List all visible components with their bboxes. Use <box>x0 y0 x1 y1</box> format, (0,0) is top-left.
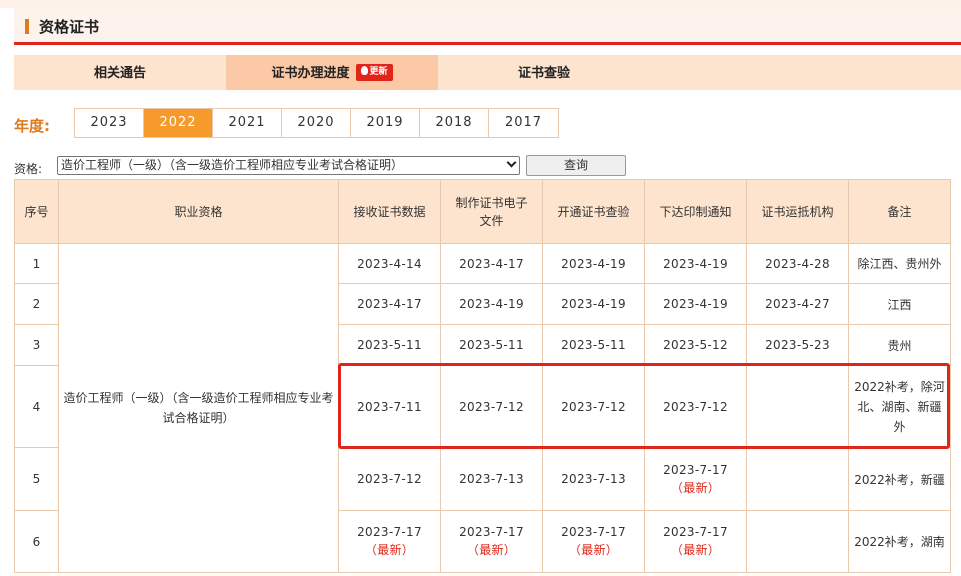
make-date: 2023-7-17 <box>459 525 524 539</box>
year-option-2020[interactable]: 2020 <box>282 109 351 137</box>
newest-tag: （最新） <box>670 480 721 495</box>
arrive-date <box>746 447 849 511</box>
arrive-date: 2023-5-23 <box>746 324 849 366</box>
header-cell: 备注 <box>848 179 951 244</box>
update-badge: 更新 <box>355 63 393 81</box>
section-title: 资格证书 <box>39 18 100 36</box>
print-date: 2023-4-19 <box>644 243 747 284</box>
print-date: 2023-4-19 <box>644 283 747 325</box>
header-cell: 制作证书电子文件 <box>440 179 543 244</box>
year-selector: 2023 2022 2021 2020 2019 2018 2017 <box>74 108 559 138</box>
qualification-cell: 造价工程师（一级）（含一级造价工程师相应专业考试合格证明） <box>58 243 339 573</box>
note: 2022补考，除河北、湖南、新疆外 <box>848 365 951 448</box>
print-date-cell: 2023-7-17 （最新） <box>644 510 747 573</box>
verify-date: 2023-7-13 <box>542 447 645 511</box>
year-option-2023[interactable]: 2023 <box>75 109 144 137</box>
row-number: 2 <box>14 283 59 325</box>
row-number: 4 <box>14 365 59 448</box>
arrive-date <box>746 365 849 448</box>
make-date-cell: 2023-7-17 （最新） <box>440 510 543 573</box>
verify-date: 2023-7-17 <box>561 525 626 539</box>
receive-date: 2023-7-11 <box>338 365 441 448</box>
header-cell: 职业资格 <box>58 179 339 244</box>
receive-date: 2023-5-11 <box>338 324 441 366</box>
print-date: 2023-7-17 <box>663 525 728 539</box>
section-title-marker <box>25 19 29 34</box>
header-cell: 序号 <box>14 179 59 244</box>
arrive-date: 2023-4-27 <box>746 283 849 325</box>
print-date: 2023-5-12 <box>644 324 747 366</box>
receive-date: 2023-4-14 <box>338 243 441 284</box>
year-option-2018[interactable]: 2018 <box>420 109 489 137</box>
verify-date: 2023-5-11 <box>542 324 645 366</box>
newest-tag: （最新） <box>364 543 415 557</box>
print-date-cell: 2023-7-17 （最新） <box>644 447 747 511</box>
header-cell: 开通证书查验 <box>542 179 645 244</box>
fire-icon <box>360 65 368 75</box>
header-cell: 接收证书数据 <box>338 179 441 244</box>
qualification-select-value: 造价工程师（一级）（含一级造价工程师相应专业考试合格证明） <box>61 158 404 172</box>
certificate-progress-table: 序号 职业资格 接收证书数据 制作证书电子文件 开通证书查验 下达印制通知 证书… <box>14 179 951 573</box>
year-label: 年度: <box>14 117 50 135</box>
table-header-row: 序号 职业资格 接收证书数据 制作证书电子文件 开通证书查验 下达印制通知 证书… <box>14 179 951 244</box>
year-option-2021[interactable]: 2021 <box>213 109 282 137</box>
arrive-date: 2023-4-28 <box>746 243 849 284</box>
tab-bar: 相关通告 证书办理进度 更新 证书查验 <box>14 55 961 90</box>
make-date: 2023-5-11 <box>440 324 543 366</box>
row-number: 1 <box>14 243 59 284</box>
arrive-date <box>746 510 849 573</box>
row-number: 6 <box>14 510 59 573</box>
query-button[interactable]: 查询 <box>526 155 626 176</box>
newest-tag: （最新） <box>670 543 721 557</box>
year-option-2017[interactable]: 2017 <box>489 109 558 137</box>
make-date: 2023-4-17 <box>440 243 543 284</box>
receive-date-cell: 2023-7-17 （最新） <box>338 510 441 573</box>
row-number: 3 <box>14 324 59 366</box>
chevron-down-icon <box>506 157 517 168</box>
year-option-2022[interactable]: 2022 <box>144 109 213 137</box>
note: 2022补考，新疆 <box>848 447 951 511</box>
update-badge-label: 更新 <box>369 66 388 77</box>
header-cell: 证书运抵机构 <box>746 179 849 244</box>
receive-date: 2023-4-17 <box>338 283 441 325</box>
print-date: 2023-7-17 <box>663 462 728 477</box>
receive-date: 2023-7-12 <box>338 447 441 511</box>
tab-notices[interactable]: 相关通告 <box>54 55 186 90</box>
print-date: 2023-7-12 <box>644 365 747 448</box>
verify-date-cell: 2023-7-17 （最新） <box>542 510 645 573</box>
newest-tag: （最新） <box>466 543 517 557</box>
top-strip <box>0 0 961 8</box>
qualification-label: 资格: <box>14 162 43 176</box>
tab-certificate-progress-label: 证书办理进度 <box>271 66 350 81</box>
receive-date: 2023-7-17 <box>357 525 422 539</box>
verify-date: 2023-4-19 <box>542 283 645 325</box>
make-date: 2023-7-13 <box>440 447 543 511</box>
make-date: 2023-4-19 <box>440 283 543 325</box>
note: 除江西、贵州外 <box>848 243 951 284</box>
tab-certificate-verify[interactable]: 证书查验 <box>478 55 610 90</box>
verify-date: 2023-7-12 <box>542 365 645 448</box>
note: 2022补考，湖南 <box>848 510 951 573</box>
year-option-2019[interactable]: 2019 <box>351 109 420 137</box>
row-number: 5 <box>14 447 59 511</box>
tab-certificate-progress[interactable]: 证书办理进度 更新 <box>226 55 438 90</box>
verify-date: 2023-4-19 <box>542 243 645 284</box>
header-cell: 下达印制通知 <box>644 179 747 244</box>
section-header: 资格证书 <box>14 8 961 45</box>
note: 贵州 <box>848 324 951 366</box>
newest-tag: （最新） <box>568 543 619 557</box>
make-date: 2023-7-12 <box>440 365 543 448</box>
table-row: 1 造价工程师（一级）（含一级造价工程师相应专业考试合格证明） 2023-4-1… <box>14 243 951 573</box>
note: 江西 <box>848 283 951 325</box>
qualification-select[interactable]: 造价工程师（一级）（含一级造价工程师相应专业考试合格证明） <box>57 156 520 175</box>
